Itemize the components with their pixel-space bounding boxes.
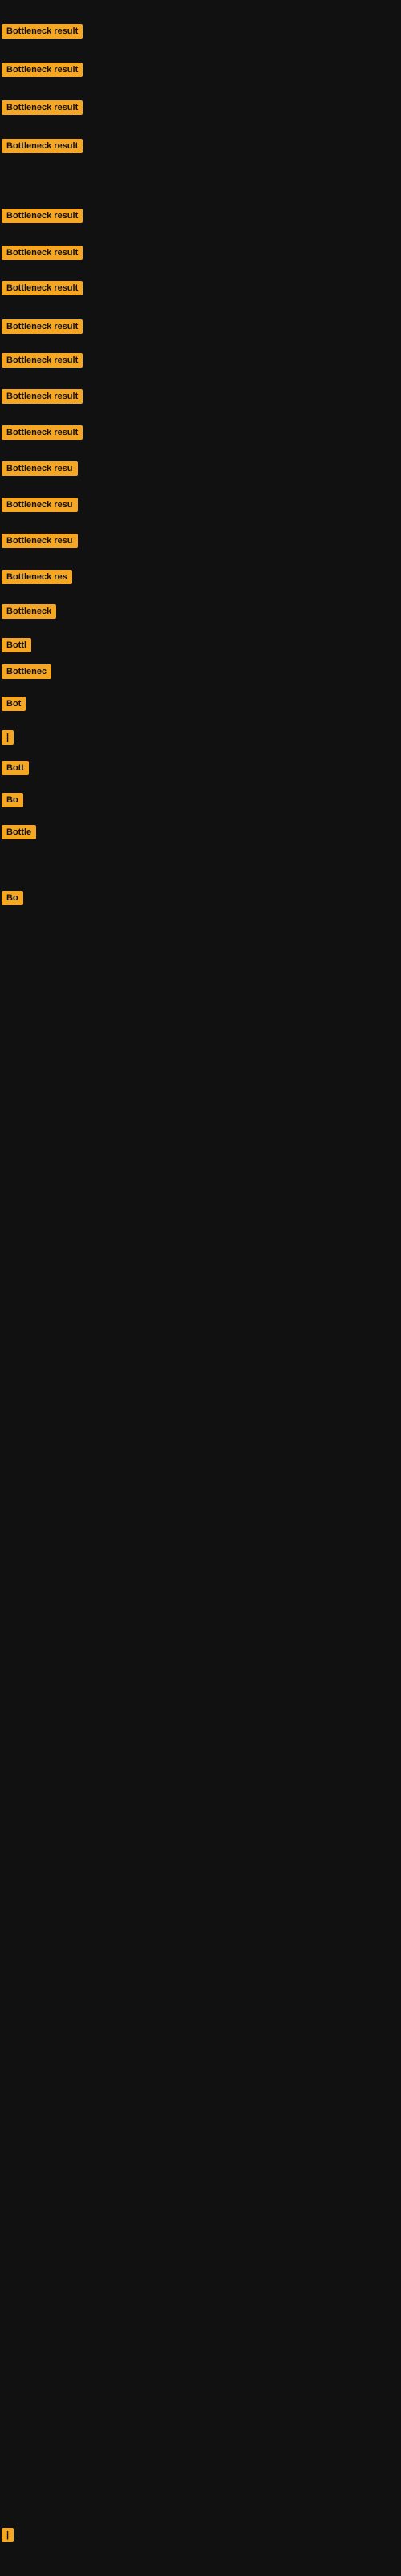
bottleneck-label: Bottleneck result (2, 353, 83, 368)
bottleneck-label: Bottle (2, 825, 36, 839)
bottleneck-label: Bottleneck result (2, 24, 83, 39)
bottleneck-label: Bott (2, 761, 29, 775)
bottleneck-label: Bottleneck result (2, 281, 83, 295)
bottleneck-label: Bottleneck result (2, 139, 83, 153)
bottleneck-label: Bottlenec (2, 664, 51, 679)
bottleneck-label: Bottleneck res (2, 570, 72, 584)
bottleneck-label: Bottleneck result (2, 389, 83, 404)
bottleneck-label: | (2, 2528, 14, 2542)
bottleneck-label: Bottleneck result (2, 425, 83, 440)
bottleneck-label: Bottleneck result (2, 319, 83, 334)
bottleneck-label: Bot (2, 697, 26, 711)
bottleneck-label: Bottleneck result (2, 209, 83, 223)
site-title (0, 0, 401, 8)
bottleneck-label: Bottleneck resu (2, 534, 78, 548)
bottleneck-label: Bottleneck result (2, 100, 83, 115)
bottleneck-label: Bottleneck resu (2, 498, 78, 512)
bottleneck-label: Bottleneck result (2, 246, 83, 260)
bottleneck-label: Bottleneck result (2, 63, 83, 77)
bottleneck-label: Bo (2, 891, 23, 905)
bottleneck-label: Bottleneck resu (2, 461, 78, 476)
bottleneck-label: Bottl (2, 638, 31, 652)
bottleneck-label: | (2, 730, 14, 745)
bottleneck-label: Bottleneck (2, 604, 56, 619)
bottleneck-label: Bo (2, 793, 23, 807)
